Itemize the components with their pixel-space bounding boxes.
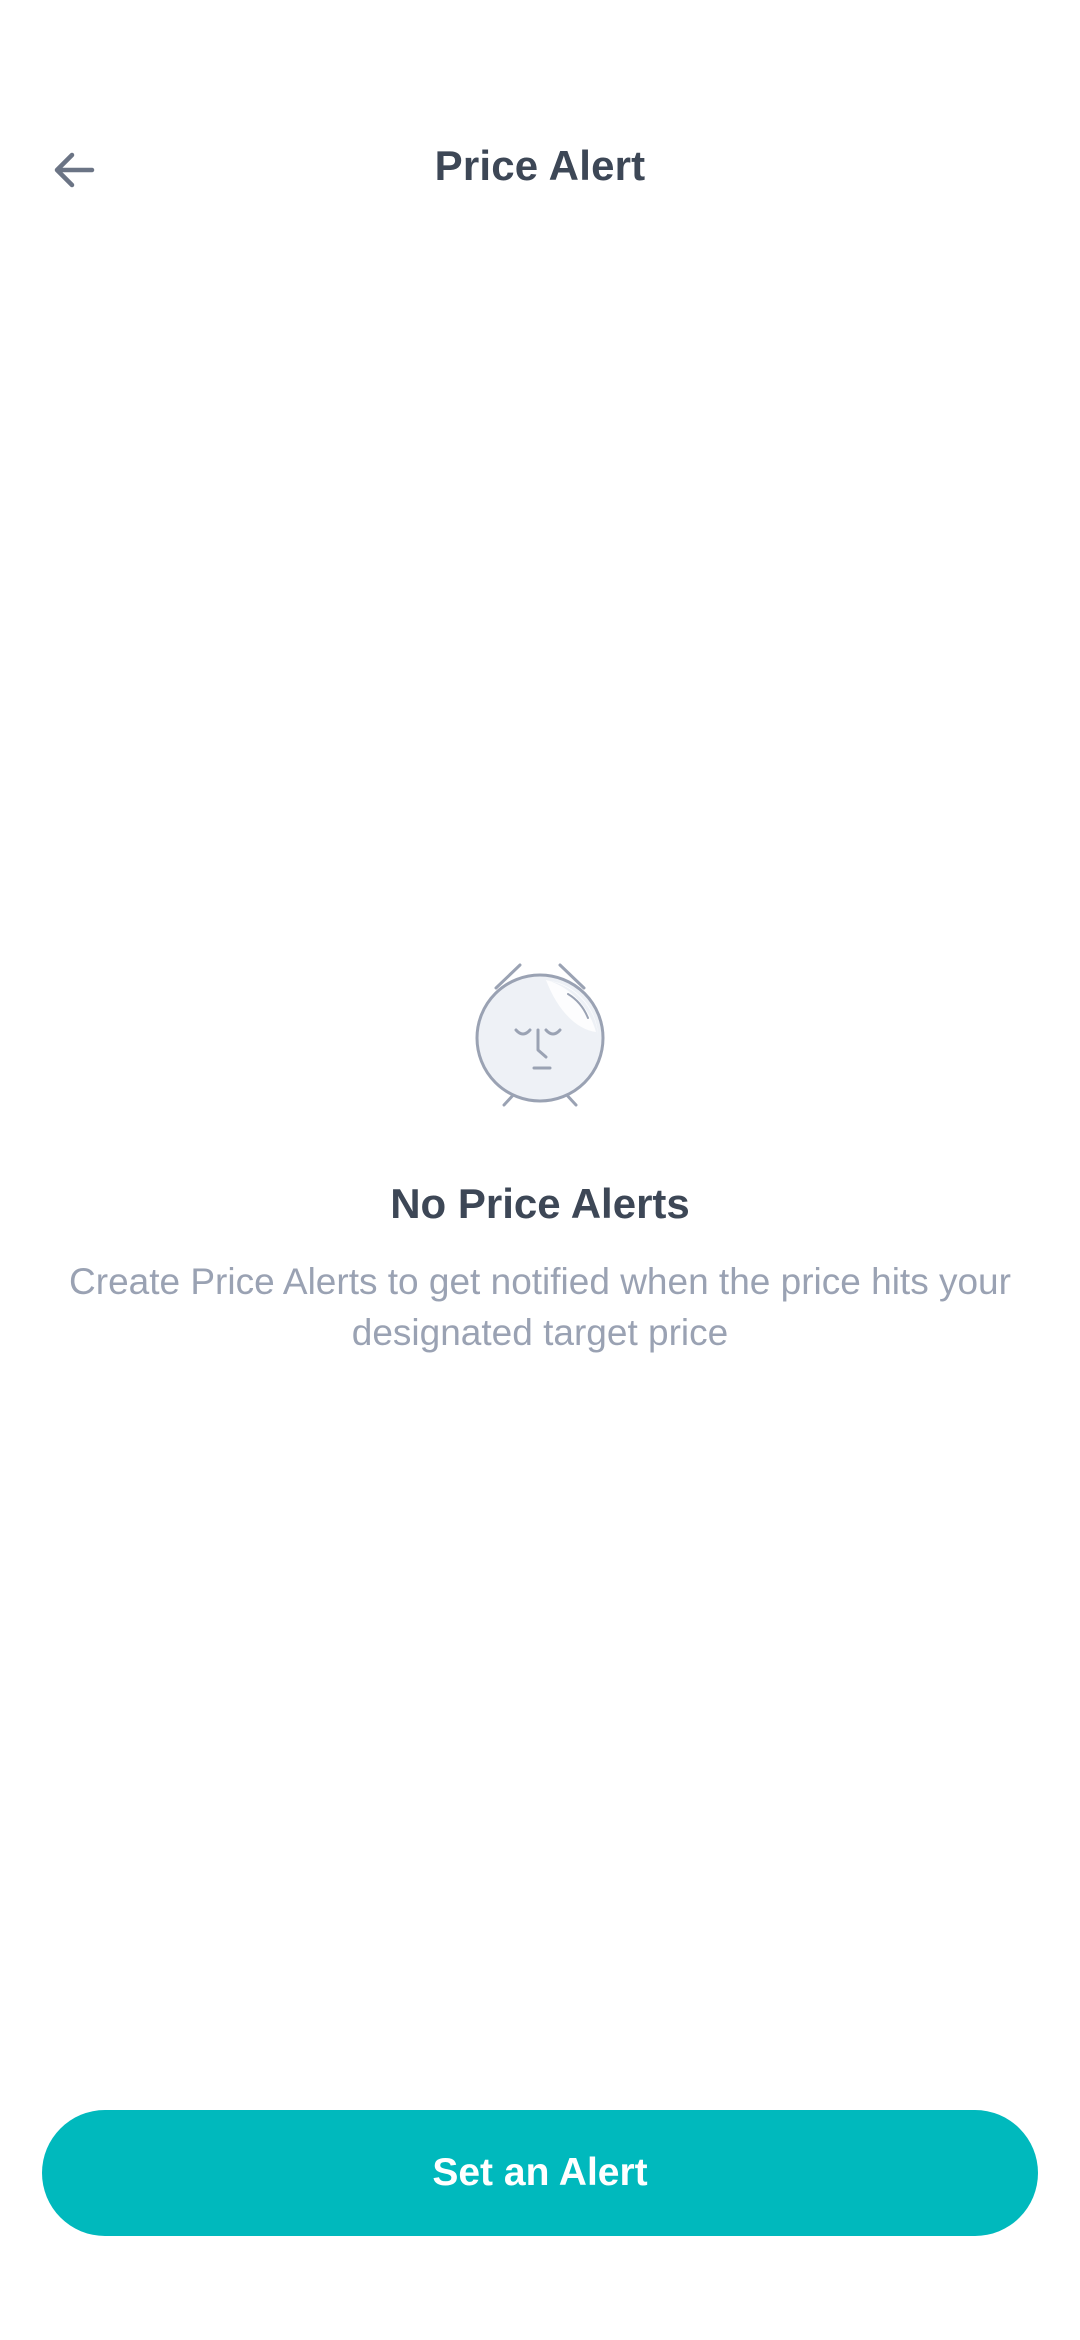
- set-alert-button[interactable]: Set an Alert: [42, 2110, 1038, 2236]
- empty-state: No Price Alerts Create Price Alerts to g…: [0, 960, 1080, 1358]
- sleeping-alarm-clock-icon: [460, 960, 620, 1120]
- top-app-bar: Price Alert: [0, 110, 1080, 230]
- empty-state-subtitle: Create Price Alerts to get notified when…: [69, 1261, 1011, 1353]
- page-title: Price Alert: [434, 142, 646, 189]
- empty-state-title: No Price Alerts: [390, 1180, 690, 1227]
- price-alert-screen: Price Alert No Price Alerts Create Price…: [0, 0, 1080, 2340]
